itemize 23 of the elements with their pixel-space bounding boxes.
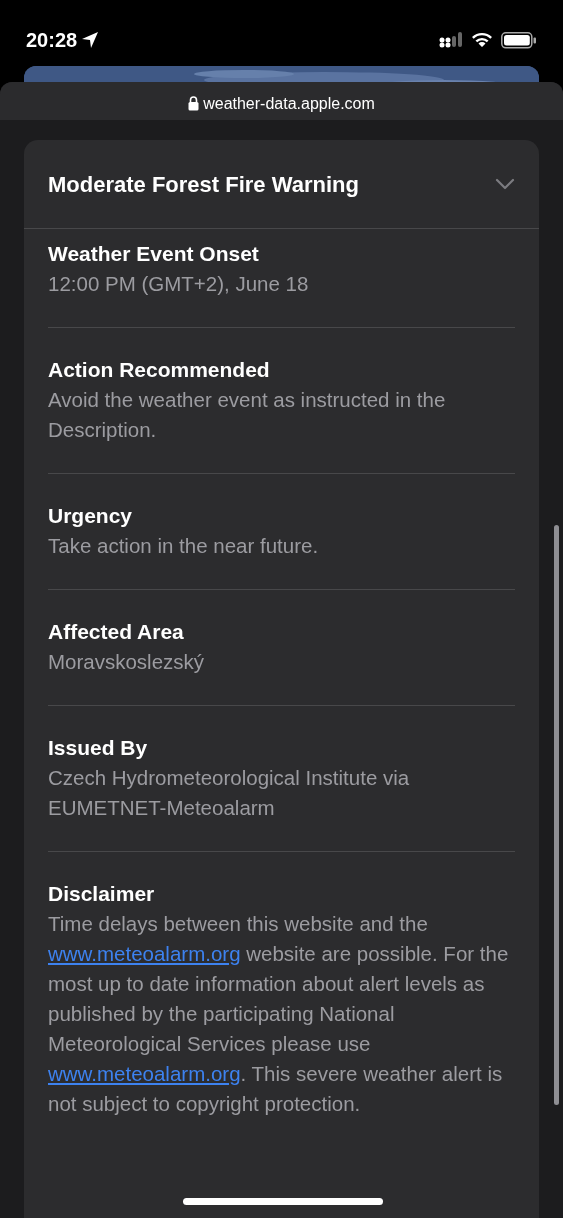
section-heading: Disclaimer bbox=[48, 881, 156, 907]
section-heading: Affected Area bbox=[48, 619, 185, 645]
section-heading: Action Recommended bbox=[48, 357, 271, 383]
section-heading: Urgency bbox=[48, 503, 134, 529]
signal-icon bbox=[439, 32, 463, 48]
battery-icon bbox=[501, 31, 537, 49]
clock-time: 20:28 bbox=[26, 28, 78, 53]
disclaimer-text: Time delays between this website and the www.meteoalarm.org website are possible. For the most up to date information about alert levels as published by the participating National Meteorological Services please use www.meteoalarm.org. This severe weather alert is not subject to copyright protection. bbox=[48, 911, 510, 1117]
location-arrow-icon bbox=[81, 31, 100, 49]
wifi-icon bbox=[471, 32, 493, 48]
meteoalarm-link[interactable]: www.meteoalarm.org bbox=[48, 942, 241, 965]
meteoalarm-link[interactable]: www.meteoalarm.org bbox=[48, 1062, 241, 1085]
alert-title: Moderate Forest Fire Warning bbox=[48, 170, 359, 199]
url-address[interactable]: weather-data.apple.com bbox=[203, 92, 375, 116]
section-text: Take action in the near future. bbox=[48, 533, 320, 559]
section-text: Avoid the weather event as instructed in the Description. bbox=[48, 387, 447, 443]
section-heading: Weather Event Onset bbox=[48, 241, 260, 267]
alert-header[interactable]: Moderate Forest Fire Warning bbox=[24, 140, 539, 229]
section-heading: Issued By bbox=[48, 735, 149, 761]
section-text: 12:00 PM (GMT+2), June 18 bbox=[48, 271, 310, 297]
section-text: Moravskoslezský bbox=[48, 649, 206, 675]
lock-icon bbox=[188, 96, 200, 111]
section-text: Czech Hydrometeorological Institute via EUMETNET-Meteoalarm bbox=[48, 765, 411, 821]
